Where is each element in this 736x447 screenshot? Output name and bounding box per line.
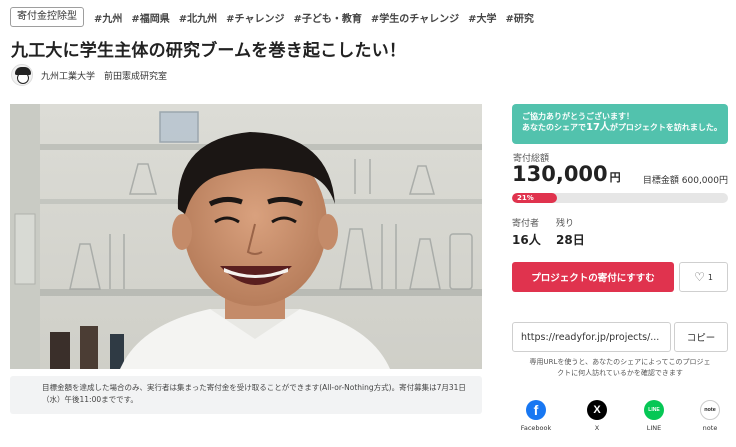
favorite-count: 1 — [707, 272, 713, 282]
tag-link[interactable]: #子ども・教育 — [293, 10, 361, 25]
supporters-stat: 寄付者 16人 — [512, 216, 541, 248]
all-or-nothing-notice: 目標金額を達成した場合のみ、実行者は集まった寄付金を受け取ることができます(Al… — [10, 376, 482, 414]
tag-link[interactable]: #学生のチャレンジ — [371, 10, 459, 25]
project-hero-image — [10, 104, 482, 369]
support-project-button[interactable]: プロジェクトの寄付にすすむ — [512, 262, 674, 292]
supporters-value: 16人 — [512, 233, 541, 247]
tag-link[interactable]: #九州 — [94, 10, 122, 25]
raised-unit: 円 — [609, 171, 621, 184]
tag-link[interactable]: #チャレンジ — [226, 10, 284, 25]
funding-progress-bar: 21% — [512, 193, 728, 203]
share-line[interactable]: LINE LINE — [632, 400, 676, 432]
share-note[interactable]: note note — [688, 400, 732, 432]
remaining-label: 残り — [556, 219, 575, 229]
thanks-line-2: あなたのシェアで17人がプロジェクトを訪れました。 — [522, 122, 722, 133]
share-label: Facebook — [520, 424, 552, 432]
thanks-line-1: ご協力ありがとうございます！ — [522, 112, 634, 121]
goal-amount: 目標金額 600,000円 — [642, 176, 728, 186]
copy-url-button[interactable]: コピー — [674, 322, 728, 352]
note-icon: note — [700, 400, 720, 420]
notice-line-2: （水）午後11:00までです。 — [42, 395, 138, 404]
notice-line-1: 目標金額を達成した場合のみ、実行者は集まった寄付金を受け取ることができます(Al… — [42, 383, 466, 392]
share-url-note: 専用URLを使うと、あなたのシェアによってこのプロジェ クトに何人訪れているかを… — [529, 358, 711, 377]
share-label: LINE — [646, 424, 662, 432]
tag-link[interactable]: #福岡県 — [131, 10, 169, 25]
tag-row: 寄付金控除型 #九州 #福岡県 #北九州 #チャレンジ #子ども・教育 #学生の… — [10, 7, 543, 27]
raised-amount: 130,000 — [512, 162, 608, 186]
share-x[interactable]: X X — [575, 400, 619, 432]
share-label: note — [702, 424, 718, 432]
remaining-value: 28日 — [556, 233, 585, 247]
x-icon: X — [587, 400, 607, 420]
progress-fill: 21% — [512, 193, 558, 203]
share-thanks-banner: ご協力ありがとうございます！ あなたのシェアで17人がプロジェクトを訪れました。 — [512, 104, 728, 144]
share-label: X — [594, 424, 600, 432]
share-url-field[interactable] — [512, 322, 671, 352]
project-title: 九工大に学生主体の研究ブームを巻き起こしたい！ — [11, 41, 407, 61]
line-icon: LINE — [644, 400, 664, 420]
supporters-label: 寄付者 — [512, 219, 540, 229]
owner-name: 九州工業大学 前田憲成研究室 — [41, 71, 168, 82]
tag-link[interactable]: #研究 — [506, 10, 534, 25]
share-facebook[interactable]: f Facebook — [514, 400, 558, 432]
project-owner[interactable]: 九州工業大学 前田憲成研究室 — [11, 64, 167, 86]
remaining-stat: 残り 28日 — [556, 216, 585, 248]
share-visitor-count: 17人 — [586, 122, 610, 133]
tag-link[interactable]: #大学 — [468, 10, 496, 25]
owner-avatar — [11, 64, 33, 86]
favorite-button[interactable]: ♡ 1 — [679, 262, 728, 292]
tag-link[interactable]: #北九州 — [179, 10, 217, 25]
facebook-icon: f — [526, 400, 546, 420]
heart-icon: ♡ — [694, 270, 705, 284]
raised-total: 130,000 円 — [512, 162, 621, 186]
tax-deduction-badge: 寄付金控除型 — [10, 7, 84, 27]
